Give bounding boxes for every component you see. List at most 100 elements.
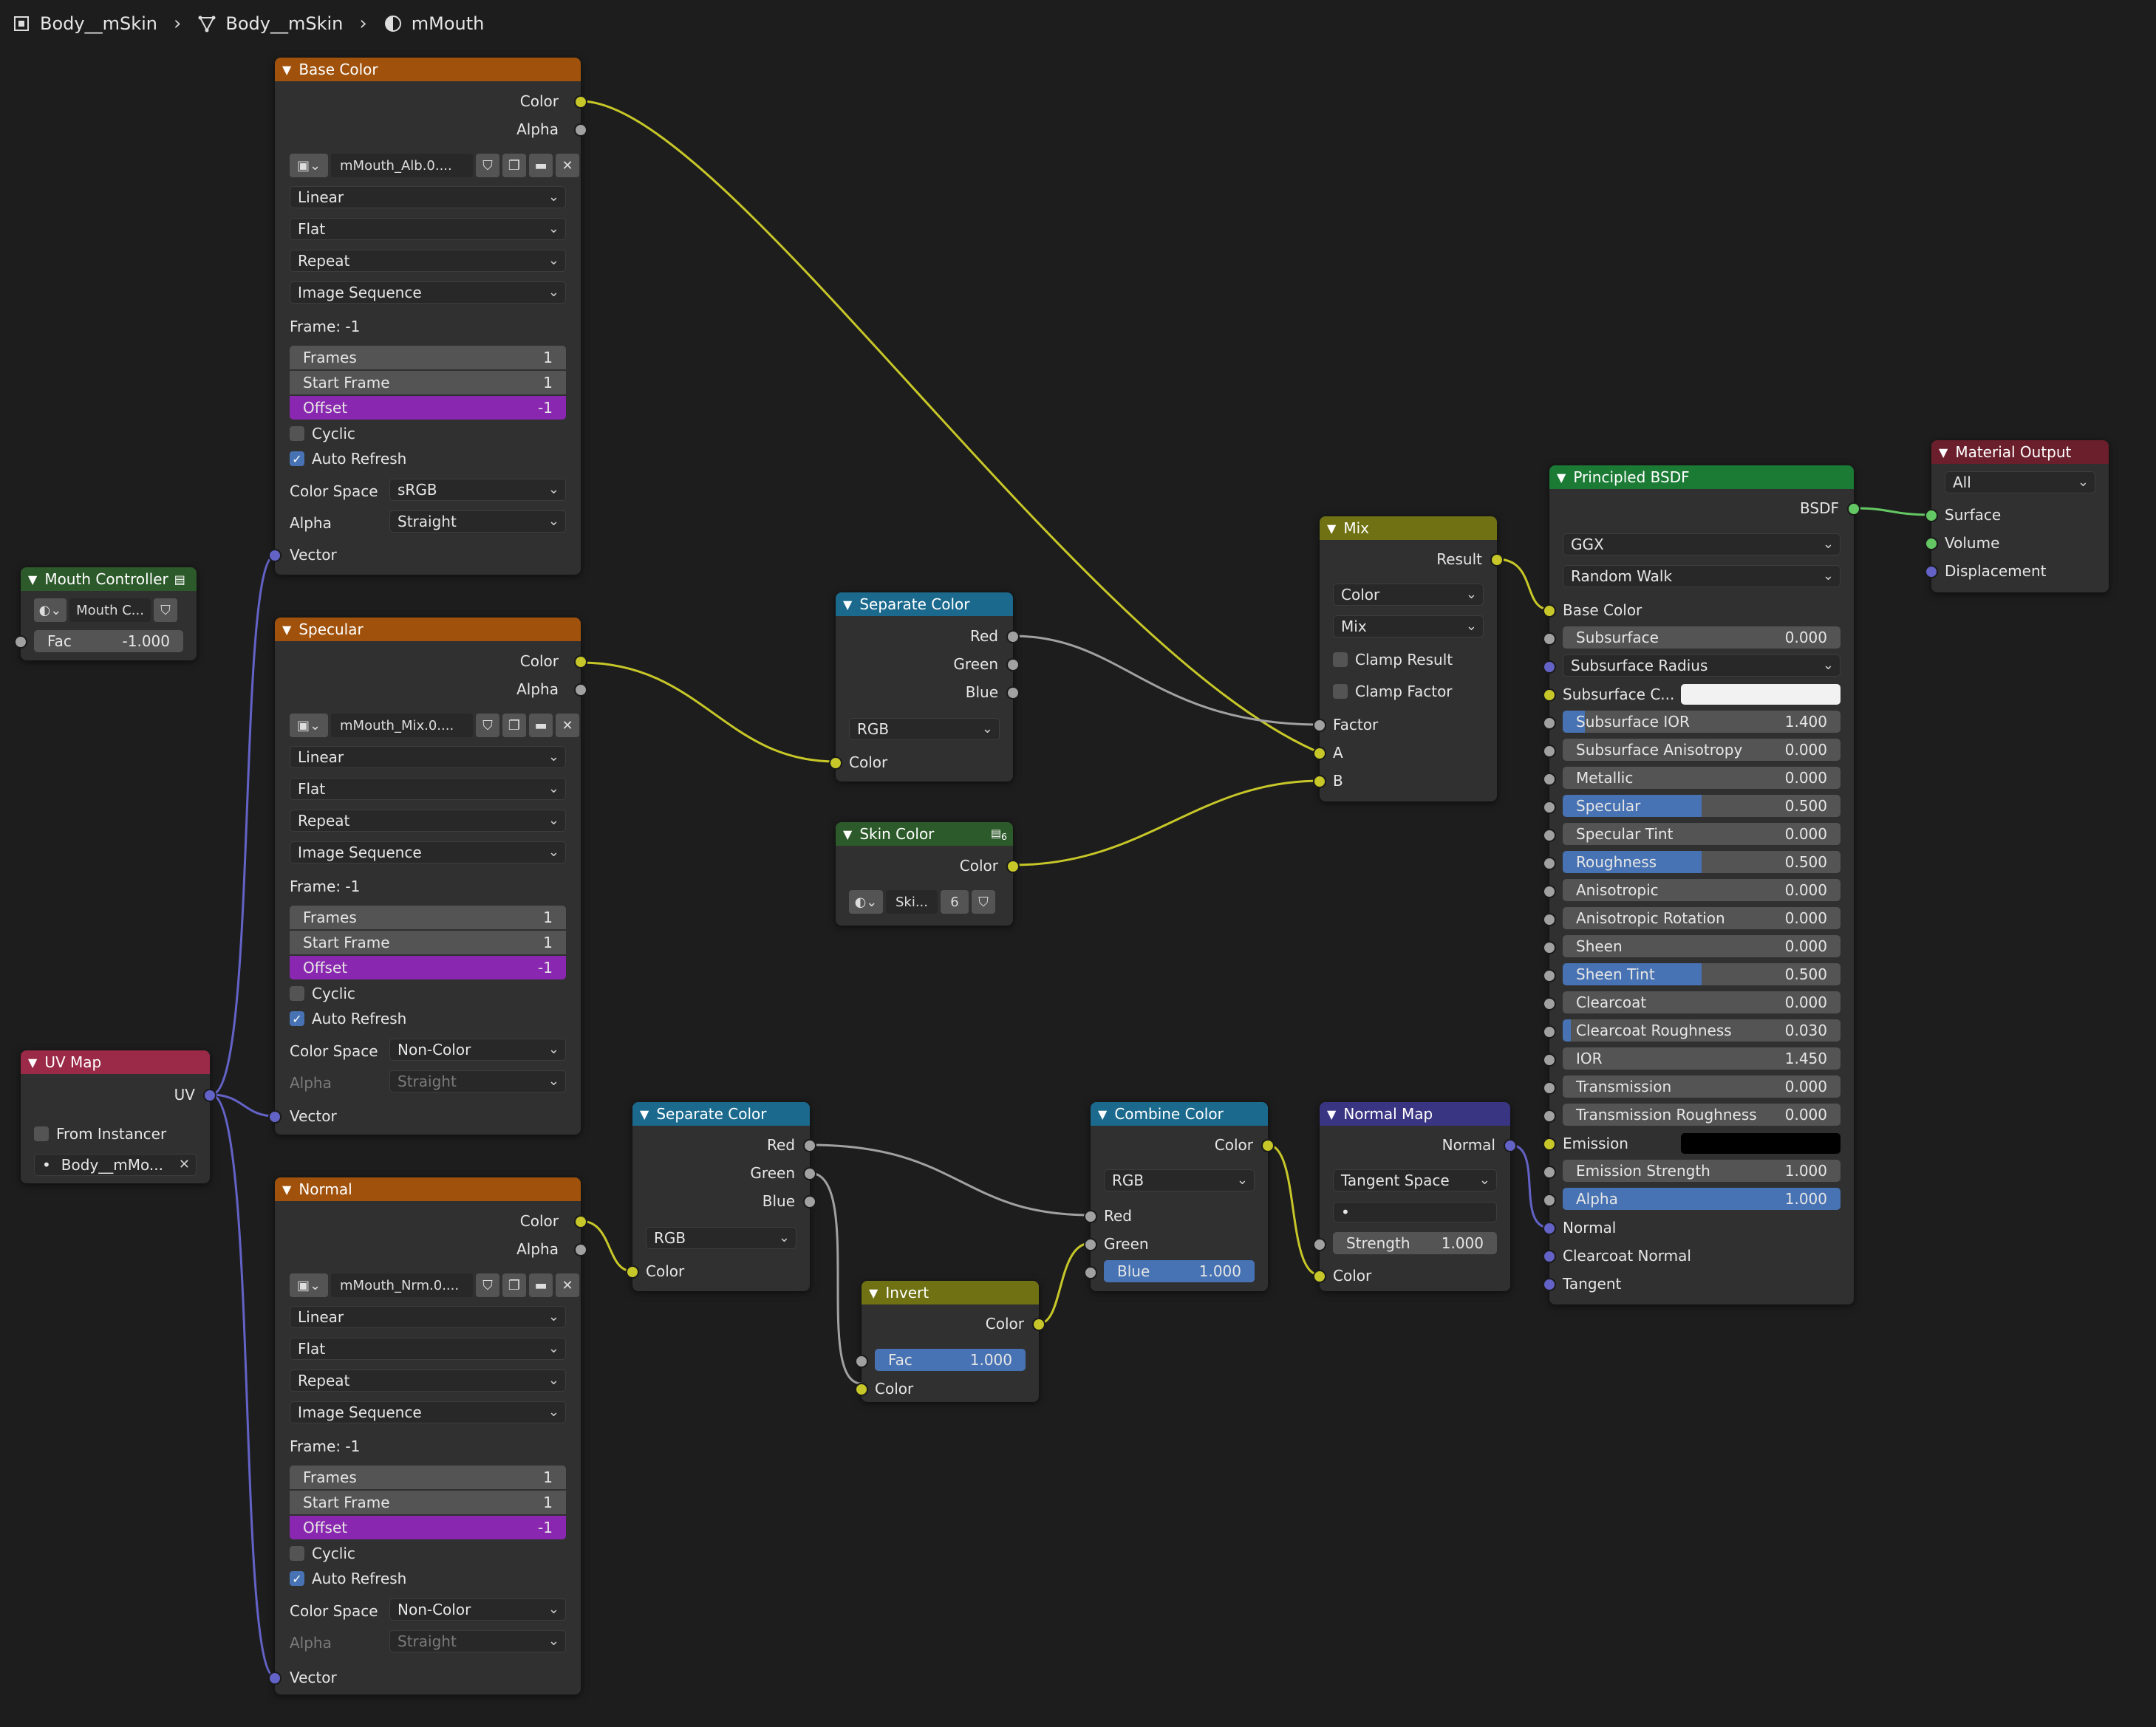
fake-user-shield-icon[interactable]: ⛉ — [476, 154, 499, 177]
socket-volume-in[interactable] — [1925, 537, 1938, 550]
socket-alpha-out[interactable] — [574, 123, 587, 137]
collapse-icon[interactable]: ▼ — [843, 827, 852, 841]
node-separate-color-1[interactable]: ▼ Separate Color Red Green Blue RGB ⌄ Colo… — [829, 592, 1020, 782]
node-header[interactable]: ▼ Separate Color — [836, 592, 1013, 616]
socket-subsurface-in[interactable] — [1543, 632, 1556, 646]
interpolation-dropdown[interactable]: Linear ⌄ — [290, 746, 566, 768]
collapse-icon[interactable]: ▼ — [282, 1183, 291, 1197]
socket-color-in[interactable] — [829, 756, 842, 770]
strength-field[interactable]: Strength 1.000 — [1333, 1232, 1497, 1254]
space-dropdown[interactable]: Tangent Space ⌄ — [1333, 1169, 1497, 1191]
anisotropic-rotation-slider[interactable]: Anisotropic Rotation 0.000 — [1563, 907, 1841, 929]
socket-blue-in[interactable] — [1084, 1266, 1097, 1279]
extension-dropdown[interactable]: Repeat ⌄ — [290, 1369, 566, 1392]
node-base-color[interactable]: ▼ Base Color Color Alpha ▣⌄ mMouth_Alb.0.… — [268, 58, 587, 575]
collapse-icon[interactable]: ▼ — [1327, 1107, 1336, 1121]
emission-color-swatch[interactable] — [1681, 1133, 1841, 1154]
image-name-field[interactable]: mMouth_Alb.0.... — [331, 154, 473, 177]
start-frame-field[interactable]: Start Frame 1 — [290, 1491, 566, 1514]
node-header[interactable]: ▼ Normal Map — [1320, 1102, 1510, 1126]
breadcrumb-object[interactable]: Body__mSkin — [40, 13, 157, 34]
target-dropdown[interactable]: All ⌄ — [1945, 471, 2095, 493]
close-icon[interactable]: ✕ — [179, 1157, 190, 1172]
collapse-icon[interactable]: ▼ — [869, 1286, 878, 1300]
node-tree-browse-icon[interactable]: ◐⌄ — [849, 890, 883, 914]
socket-alpha-out[interactable] — [574, 1243, 587, 1256]
transmission-slider[interactable]: Transmission 0.000 — [1563, 1075, 1841, 1098]
duplicate-icon[interactable]: ❐ — [502, 1273, 526, 1297]
breadcrumb-mesh[interactable]: Body__mSkin — [225, 13, 343, 34]
socket-alpha-in[interactable] — [1543, 1194, 1556, 1207]
socket-ior-in[interactable] — [1543, 1053, 1556, 1067]
collapse-icon[interactable]: ▼ — [1557, 471, 1566, 485]
fake-user-shield-icon[interactable]: ⛉ — [476, 1273, 499, 1297]
socket-base-color-in[interactable] — [1543, 604, 1556, 618]
distribution-dropdown[interactable]: GGX ⌄ — [1563, 533, 1841, 555]
auto-refresh-checkbox[interactable]: ✓ Auto Refresh — [290, 1569, 406, 1588]
source-dropdown[interactable]: Image Sequence ⌄ — [290, 841, 566, 864]
node-principled-bsdf[interactable]: ▼ Principled BSDF BSDF GGX ⌄ Random Walk ⌄ … — [1543, 465, 1860, 1304]
folder-icon[interactable]: ▬ — [529, 154, 553, 177]
sheen-slider[interactable]: Sheen 0.000 — [1563, 935, 1841, 957]
image-name-field[interactable]: mMouth_Nrm.0.... — [331, 1273, 473, 1297]
clearcoat-roughness-slider[interactable]: Clearcoat Roughness 0.030 — [1563, 1019, 1841, 1042]
close-icon[interactable]: ✕ — [556, 714, 579, 737]
socket-normal-out[interactable] — [1504, 1139, 1517, 1152]
node-header[interactable]: ▼ Material Output — [1931, 440, 2109, 464]
group-name-field[interactable]: Mouth C... — [69, 598, 151, 622]
clearcoat-slider[interactable]: Clearcoat 0.000 — [1563, 991, 1841, 1013]
frames-field[interactable]: Frames 1 — [290, 346, 566, 369]
folder-icon[interactable]: ▬ — [529, 1273, 553, 1297]
image-browse-icon[interactable]: ▣⌄ — [290, 1273, 328, 1297]
fake-user-shield-icon[interactable]: ⛉ — [476, 714, 499, 737]
node-header[interactable]: ▼ Invert — [862, 1281, 1039, 1304]
socket-blue-out[interactable] — [803, 1195, 816, 1208]
socket-anisotropic-rotation-in[interactable] — [1543, 913, 1556, 926]
blend-mode-dropdown[interactable]: Mix ⌄ — [1333, 615, 1484, 637]
collapse-icon[interactable]: ▼ — [640, 1107, 649, 1121]
collapse-icon[interactable]: ▼ — [28, 572, 37, 587]
socket-specular-in[interactable] — [1543, 801, 1556, 814]
fac-slider[interactable]: Fac 1.000 — [875, 1349, 1026, 1371]
duplicate-icon[interactable]: ❐ — [502, 714, 526, 737]
socket-color-in[interactable] — [626, 1265, 639, 1279]
socket-normal-in[interactable] — [1543, 1222, 1556, 1235]
socket-clearcoat-normal-in[interactable] — [1543, 1250, 1556, 1263]
node-separate-color-2[interactable]: ▼ Separate Color Red Green Blue RGB ⌄ Colo… — [626, 1102, 816, 1291]
image-browse-icon[interactable]: ▣⌄ — [290, 154, 328, 177]
subsurface-color-swatch[interactable] — [1681, 684, 1841, 705]
socket-red-out[interactable] — [1006, 630, 1020, 643]
breadcrumb-material[interactable]: mMouth — [412, 13, 485, 34]
cyclic-checkbox[interactable]: Cyclic — [290, 1544, 355, 1563]
socket-subsurface-color-in[interactable] — [1543, 688, 1556, 702]
color-space-dropdown[interactable]: sRGB ⌄ — [389, 479, 566, 501]
socket-green-out[interactable] — [803, 1167, 816, 1180]
node-normal-map[interactable]: ▼ Normal Map Normal Tangent Space ⌄ • Stre… — [1313, 1102, 1517, 1291]
socket-emission-strength-in[interactable] — [1543, 1166, 1556, 1179]
socket-metallic-in[interactable] — [1543, 773, 1556, 786]
node-header[interactable]: ▼ Mix — [1320, 516, 1497, 540]
fake-user-shield-icon[interactable]: ⛉ — [154, 598, 177, 622]
socket-green-out[interactable] — [1006, 658, 1020, 671]
node-tree-browse-icon[interactable]: ◐⌄ — [34, 598, 66, 622]
data-type-dropdown[interactable]: Color ⌄ — [1333, 584, 1484, 606]
node-combine-color[interactable]: ▼ Combine Color Color RGB ⌄ Red Green Blue… — [1084, 1102, 1275, 1291]
image-name-field[interactable]: mMouth_Mix.0.... — [331, 714, 473, 737]
alpha-mode-dropdown[interactable]: Straight ⌄ — [389, 510, 566, 533]
subsurface-anisotropy-slider[interactable]: Subsurface Anisotropy 0.000 — [1563, 739, 1841, 761]
socket-tangent-in[interactable] — [1543, 1278, 1556, 1291]
interpolation-dropdown[interactable]: Linear ⌄ — [290, 186, 566, 208]
collapse-icon[interactable]: ▼ — [28, 1056, 37, 1070]
socket-blue-out[interactable] — [1006, 686, 1020, 700]
transmission-roughness-slider[interactable]: Transmission Roughness 0.000 — [1563, 1104, 1841, 1126]
socket-b-in[interactable] — [1313, 775, 1326, 788]
interpolation-dropdown[interactable]: Linear ⌄ — [290, 1306, 566, 1328]
socket-roughness-in[interactable] — [1543, 857, 1556, 870]
color-space-dropdown[interactable]: Non-Color ⌄ — [389, 1039, 566, 1061]
socket-displacement-in[interactable] — [1925, 565, 1938, 578]
auto-refresh-checkbox[interactable]: ✓ Auto Refresh — [290, 1009, 406, 1028]
auto-refresh-checkbox[interactable]: ✓ Auto Refresh — [290, 449, 406, 468]
socket-color-out[interactable] — [574, 655, 587, 668]
socket-red-in[interactable] — [1084, 1210, 1097, 1223]
specular-slider[interactable]: Specular 0.500 — [1563, 795, 1841, 817]
